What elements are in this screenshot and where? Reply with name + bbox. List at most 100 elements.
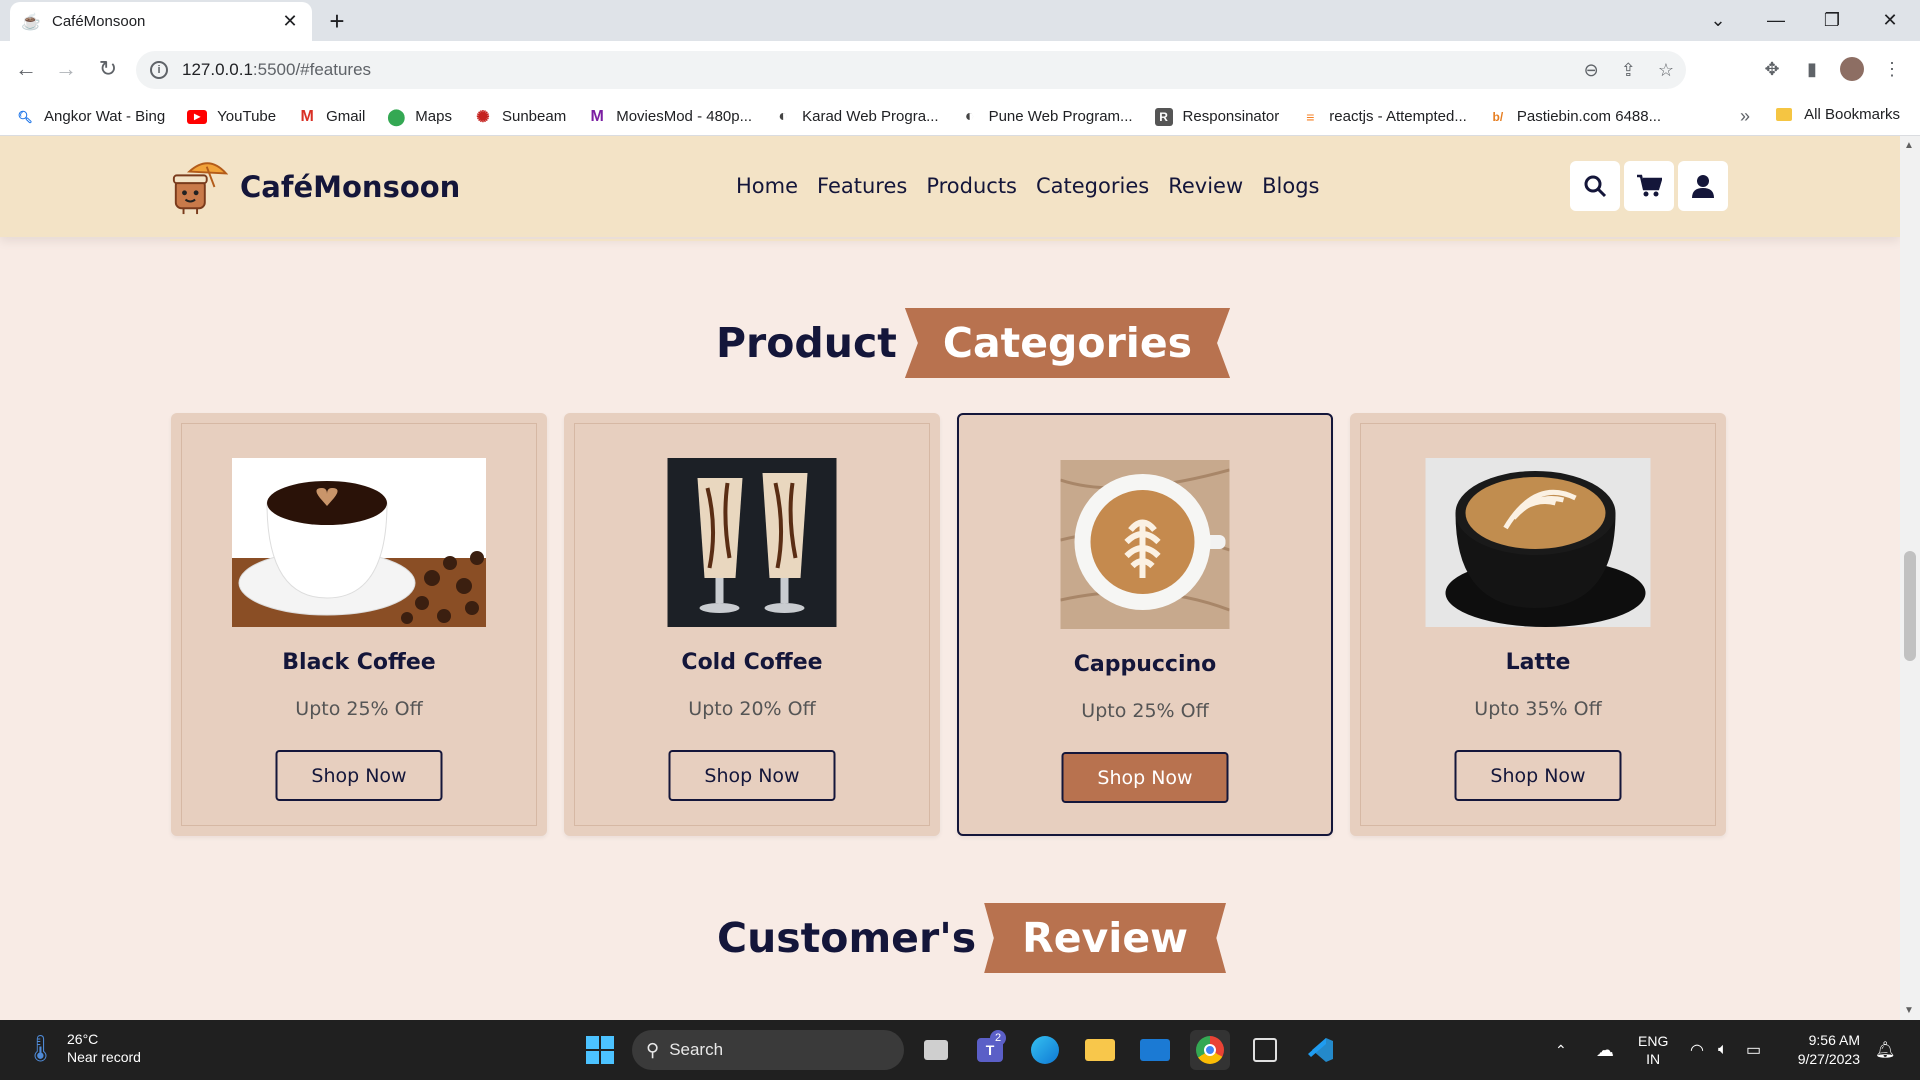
back-arrow-icon[interactable]: ← xyxy=(10,53,42,85)
bookmark-star-icon[interactable]: ☆ xyxy=(1658,60,1674,81)
bookmark-item[interactable]: ≡ reactjs - Attempted... xyxy=(1301,108,1467,126)
url-host: 127.0.0.1 xyxy=(182,60,253,79)
heading-ribbon-text: Categories xyxy=(942,319,1193,367)
windows-logo-icon xyxy=(586,1036,614,1064)
heading-ribbon: Categories xyxy=(904,308,1231,378)
file-explorer-icon[interactable] xyxy=(1080,1030,1120,1070)
show-hidden-icons-chevron[interactable]: ⌃ xyxy=(1555,1020,1567,1080)
heading-plain-text: Customer's xyxy=(717,914,977,962)
scrollbar-thumb[interactable] xyxy=(1904,551,1916,661)
category-card: Black Coffee Upto 25% Off Shop Now xyxy=(171,413,547,836)
nav-products[interactable]: Products xyxy=(926,174,1017,198)
nav-review[interactable]: Review xyxy=(1168,174,1243,198)
taskbar-search-box[interactable]: ⚲ Search xyxy=(632,1030,904,1070)
close-window-button[interactable]: ✕ xyxy=(1862,0,1918,41)
browser-menu-icon[interactable]: ⋮ xyxy=(1876,53,1908,85)
cart-button[interactable] xyxy=(1624,161,1674,211)
category-card-active: Cappuccino Upto 25% Off Shop Now xyxy=(957,413,1333,836)
chrome-icon[interactable] xyxy=(1190,1030,1230,1070)
side-panel-icon[interactable]: ▮ xyxy=(1796,53,1828,85)
user-icon xyxy=(1692,175,1714,198)
scroll-up-arrow-icon[interactable]: ▲ xyxy=(1904,140,1914,151)
nav-home[interactable]: Home xyxy=(736,174,798,198)
scroll-down-arrow-icon[interactable]: ▼ xyxy=(1904,1005,1914,1016)
site-logo[interactable]: CaféMonsoon xyxy=(170,158,460,216)
close-tab-icon[interactable]: ✕ xyxy=(280,11,300,32)
reload-icon[interactable]: ↻ xyxy=(92,53,124,85)
wifi-icon[interactable]: ◠ xyxy=(1690,1020,1704,1080)
tab-search-chevron-icon[interactable]: ⌄ xyxy=(1690,0,1746,41)
cappuccino-image xyxy=(1060,460,1230,629)
battery-icon[interactable]: ▭ xyxy=(1746,1020,1761,1080)
tab-title: CaféMonsoon xyxy=(52,13,146,30)
language-indicator[interactable]: ENG IN xyxy=(1638,1020,1668,1080)
pastebin-icon: b/ xyxy=(1492,109,1504,124)
page-viewport: CaféMonsoon Home Features Products Categ… xyxy=(0,136,1900,1020)
url-path: :5500/#features xyxy=(252,60,372,79)
address-bar[interactable]: i 127.0.0.1:5500/#features ⊖ ⇪ ☆ xyxy=(136,51,1686,89)
weather-widget[interactable]: 🌡︎ 26°C Near record xyxy=(24,1030,141,1066)
shop-now-button[interactable]: Shop Now xyxy=(275,750,443,801)
edge-browser-icon[interactable] xyxy=(1025,1030,1065,1070)
extensions-puzzle-icon[interactable]: ✥ xyxy=(1756,53,1788,85)
main-nav: Home Features Products Categories Review… xyxy=(736,174,1320,198)
black-coffee-image xyxy=(232,458,486,627)
shop-now-button[interactable]: Shop Now xyxy=(668,750,836,801)
bing-search-icon: 🔍︎ xyxy=(17,109,33,124)
bookmark-item[interactable]: M Gmail xyxy=(298,108,365,126)
site-header: CaféMonsoon Home Features Products Categ… xyxy=(0,136,1900,237)
start-button[interactable] xyxy=(580,1030,620,1070)
nav-blogs[interactable]: Blogs xyxy=(1262,174,1319,198)
onedrive-cloud-icon[interactable]: ☁ xyxy=(1596,1020,1614,1080)
bookmark-item[interactable]: M MoviesMod - 480p... xyxy=(588,107,753,126)
heading-ribbon: Review xyxy=(984,903,1226,973)
weather-note: Near record xyxy=(67,1049,141,1065)
globe-icon: ◐ xyxy=(778,107,788,125)
bookmark-item[interactable]: ▶ YouTube xyxy=(187,108,276,125)
moviesmod-icon: M xyxy=(590,107,604,125)
mail-icon[interactable] xyxy=(1135,1030,1175,1070)
zoom-icon[interactable]: ⊖ xyxy=(1584,60,1599,81)
youtube-icon: ▶ xyxy=(187,109,208,124)
bookmark-item[interactable]: ◐ Karad Web Progra... xyxy=(774,108,938,126)
snipping-tool-icon[interactable] xyxy=(1245,1030,1285,1070)
category-cards: Black Coffee Upto 25% Off Shop Now Cold … xyxy=(171,413,1726,836)
site-info-icon[interactable]: i xyxy=(150,61,168,79)
forward-arrow-icon[interactable]: → xyxy=(50,53,82,85)
latte-image xyxy=(1425,458,1651,627)
all-bookmarks-folder[interactable]: All Bookmarks xyxy=(1776,106,1900,123)
minimize-button[interactable]: — xyxy=(1748,0,1804,41)
nav-categories[interactable]: Categories xyxy=(1036,174,1149,198)
cold-coffee-image xyxy=(667,458,837,627)
vscode-icon[interactable] xyxy=(1300,1030,1340,1070)
shop-now-button[interactable]: Shop Now xyxy=(1061,752,1229,803)
bookmark-item[interactable]: ⬤ Maps xyxy=(387,108,452,126)
search-icon: ⚲ xyxy=(646,1039,660,1060)
category-card: Cold Coffee Upto 20% Off Shop Now xyxy=(564,413,940,836)
bookmark-item[interactable]: ✺ Sunbeam xyxy=(474,108,566,126)
bookmark-item[interactable]: R Responsinator xyxy=(1154,107,1279,126)
user-account-button[interactable] xyxy=(1678,161,1728,211)
task-view-icon[interactable] xyxy=(916,1030,956,1070)
browser-tab-active[interactable]: ☕ CaféMonsoon ✕ xyxy=(10,2,312,41)
cafe-favicon-icon: ☕ xyxy=(21,13,41,31)
bookmarks-bar: 🔍︎ Angkor Wat - Bing ▶ YouTube M Gmail ⬤ Map… xyxy=(0,98,1920,136)
bookmark-item[interactable]: ◐ Pune Web Program... xyxy=(961,108,1133,126)
volume-icon[interactable]: 🔈︎ xyxy=(1718,1020,1728,1080)
page-scrollbar[interactable]: ▲ ▼ xyxy=(1900,136,1920,1020)
search-button[interactable] xyxy=(1570,161,1620,211)
shop-now-button[interactable]: Shop Now xyxy=(1454,750,1622,801)
nav-features[interactable]: Features xyxy=(817,174,907,198)
clock[interactable]: 9:56 AM 9/27/2023 xyxy=(1790,1020,1860,1080)
bookmark-item[interactable]: 🔍︎ Angkor Wat - Bing xyxy=(16,108,165,126)
profile-avatar[interactable] xyxy=(1836,53,1868,85)
share-icon[interactable]: ⇪ xyxy=(1621,60,1636,81)
new-tab-button[interactable]: + xyxy=(322,6,352,36)
teams-icon[interactable]: T 2 xyxy=(970,1030,1010,1070)
notifications-bell-icon[interactable]: 🔔︎ xyxy=(1875,1020,1895,1080)
restore-button[interactable]: ❐ xyxy=(1804,0,1860,41)
bookmarks-overflow-chevron[interactable]: » xyxy=(1740,106,1750,127)
cart-icon xyxy=(1637,174,1662,197)
windows-taskbar: 🌡︎ 26°C Near record ⚲ Search T 2 ⌃ ☁ ENG… xyxy=(0,1020,1920,1080)
bookmark-item[interactable]: b/Pastiebin.com 6488... xyxy=(1489,108,1662,126)
